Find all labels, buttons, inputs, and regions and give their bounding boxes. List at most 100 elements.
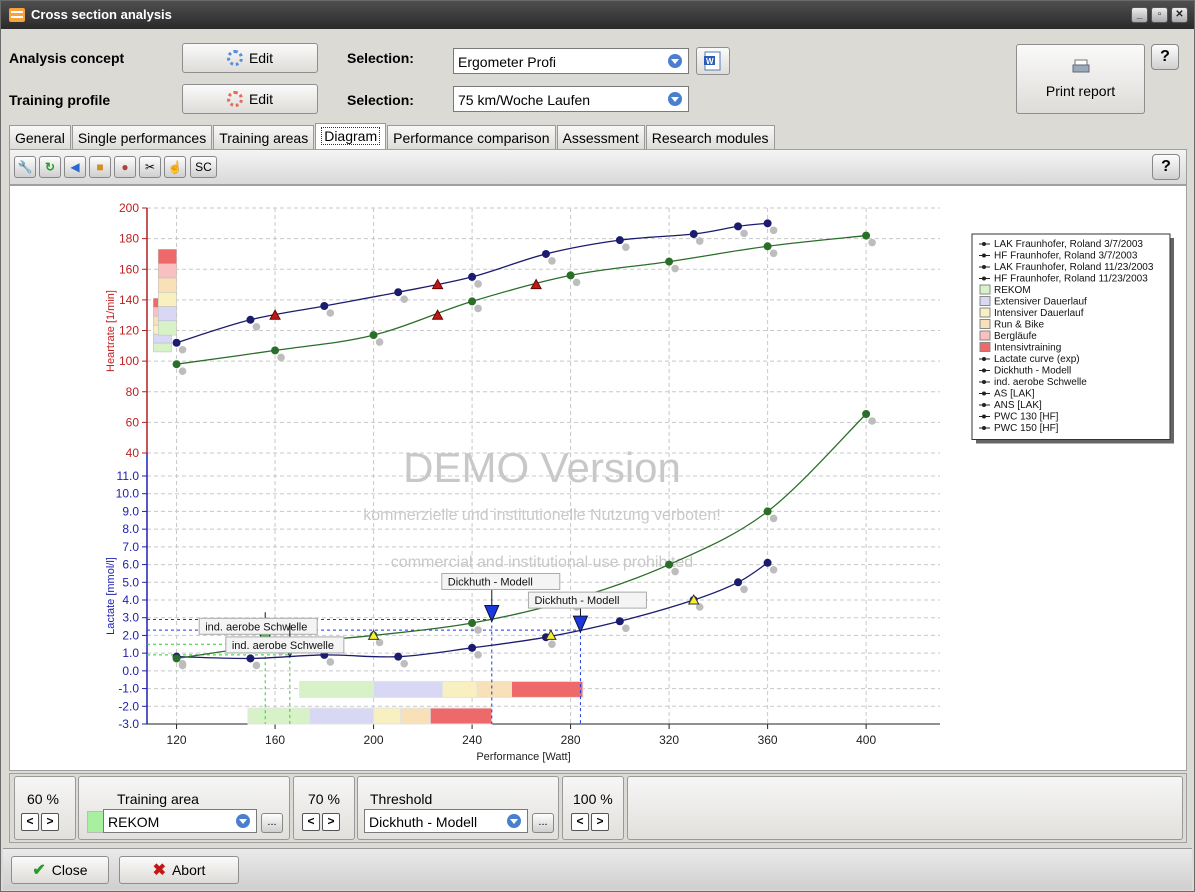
threshold-combo[interactable]: Dickhuth - Modell	[364, 809, 528, 833]
lower-percent-value: 60 %	[27, 791, 59, 807]
data-point	[763, 242, 772, 251]
data-point	[468, 619, 477, 628]
legend-entry: PWC 150 [HF]	[994, 423, 1059, 434]
sc-button[interactable]: SC	[190, 156, 217, 178]
threshold-callout-label: ind. aerobe Schwelle	[232, 640, 334, 652]
point-shadow	[622, 243, 630, 251]
lower-percent-prev-button[interactable]: <	[21, 813, 39, 831]
minimize-icon[interactable]: _	[1131, 7, 1148, 23]
x-tick-label: 120	[167, 733, 187, 747]
legend-entry: HF Fraunhofer, Roland 3/7/2003	[994, 251, 1138, 262]
tab-research-modules[interactable]: Research modules	[645, 125, 775, 149]
data-point	[468, 297, 477, 306]
point-shadow	[572, 278, 581, 287]
series-line	[176, 222, 768, 344]
legend-marker	[982, 391, 986, 396]
threshold-more-button[interactable]: ...	[532, 813, 554, 833]
data-point	[369, 331, 378, 340]
close-button[interactable]: ✔ Close	[11, 856, 109, 884]
empty-panel-group	[627, 776, 1183, 840]
legend-marker	[982, 426, 986, 430]
x-tick-label: 280	[561, 733, 581, 747]
training-zone-bar	[400, 707, 431, 725]
legend-entry: PWC 130 [HF]	[994, 412, 1059, 423]
training-area-value: REKOM	[108, 814, 160, 830]
data-point	[468, 272, 477, 281]
middle-percent-prev-button[interactable]: <	[302, 813, 320, 831]
lower-percent-group: 60 % < >	[14, 776, 76, 840]
analysis-selection-combo[interactable]: Ergometer Profi	[453, 48, 689, 74]
threshold-label: Threshold	[370, 791, 433, 807]
print-report-label: Print report	[1045, 83, 1116, 99]
edit-label: Edit	[248, 50, 274, 66]
training-selection-combo[interactable]: 75 km/Woche Laufen	[453, 86, 689, 112]
data-point	[763, 558, 772, 567]
refresh-icon[interactable]: ↻	[39, 156, 61, 178]
tab-diagram[interactable]: Diagram	[315, 123, 387, 149]
edit-training-button[interactable]: Edit	[182, 84, 318, 114]
training-zone-bar	[442, 680, 478, 698]
palette-icon[interactable]: ●	[114, 156, 136, 178]
close-icon[interactable]: ✕	[1171, 7, 1188, 23]
word-export-button[interactable]: W	[696, 47, 730, 75]
lactate-tick-label: 5.0	[122, 575, 139, 589]
point-shadow	[277, 353, 285, 362]
chevron-down-icon[interactable]	[668, 92, 682, 106]
legend-swatch	[979, 284, 991, 295]
training-area-combo[interactable]: REKOM	[103, 809, 257, 833]
diagram-area: 120 160 200 240 280 320 360 400 40 60 80 100 120 140 1…	[9, 185, 1187, 771]
triangle-icon[interactable]: ◀	[64, 156, 86, 178]
cross-section-chart[interactable]: 120 160 200 240 280 320 360 400 40 60 80 100 120 140 1…	[10, 186, 1186, 770]
svg-text:W: W	[706, 57, 714, 66]
dialog-button-bar: ✔ Close ✖ Abort	[3, 848, 1192, 890]
middle-percent-next-button[interactable]: >	[322, 813, 340, 831]
abort-button[interactable]: ✖ Abort	[119, 856, 239, 884]
bottom-control-panel: 60 % < > Training area REKOM ... 70 % < …	[9, 773, 1187, 843]
data-point	[665, 560, 674, 569]
lactate-tick-label: 4.0	[122, 593, 139, 607]
diagram-help-button[interactable]: ?	[1152, 154, 1180, 180]
app-menu-icon[interactable]	[9, 8, 25, 22]
lower-percent-next-button[interactable]: >	[41, 813, 59, 831]
pointer-icon[interactable]: ☝	[164, 156, 186, 178]
legend-marker	[982, 414, 986, 419]
point-shadow	[868, 417, 876, 425]
legend-swatch	[979, 330, 991, 341]
tab-general[interactable]: General	[9, 125, 71, 149]
print-report-button[interactable]: Print report	[1016, 44, 1145, 114]
tab-single-performances[interactable]: Single performances	[71, 125, 213, 149]
upper-percent-next-button[interactable]: >	[591, 813, 609, 831]
chevron-down-icon[interactable]	[668, 54, 682, 68]
tab-assessment[interactable]: Assessment	[556, 125, 645, 149]
upper-percent-prev-button[interactable]: <	[571, 813, 589, 831]
tab-performance-comparison[interactable]: Performance comparison	[387, 125, 556, 149]
lactate-tick-label: 8.0	[122, 522, 139, 536]
hr-tick-label: 80	[126, 385, 140, 399]
point-shadow	[671, 264, 679, 273]
x-tick-label: 200	[364, 733, 384, 747]
point-shadow	[769, 514, 778, 523]
legend-marker	[982, 403, 986, 407]
lock-icon[interactable]: ■	[89, 156, 111, 178]
scissors-icon[interactable]: ✂	[139, 156, 161, 178]
point-shadow	[326, 658, 335, 666]
watermark-line-1: kommerzielle und institutionelle Nutzung…	[363, 507, 721, 524]
help-button[interactable]: ?	[1151, 44, 1179, 70]
training-area-more-button[interactable]: ...	[261, 813, 283, 833]
wrench-icon[interactable]: 🔧	[14, 156, 36, 178]
legend-marker	[982, 265, 986, 269]
restore-icon[interactable]: ▫	[1151, 7, 1168, 23]
legend-entry: Run & Bike	[994, 320, 1044, 331]
lactate-tick-label: -1.0	[118, 682, 139, 696]
training-zone-block	[153, 333, 172, 344]
tab-training-areas[interactable]: Training areas	[213, 125, 315, 149]
legend-entry: HF Fraunhofer, Roland 11/23/2003	[994, 274, 1148, 285]
hr-tick-label: 180	[119, 232, 139, 246]
lactate-tick-label: 2.0	[122, 628, 139, 642]
point-shadow	[474, 280, 482, 288]
middle-percent-value: 70 %	[308, 791, 340, 807]
analysis-selection-label: Selection:	[347, 50, 414, 66]
chevron-down-icon[interactable]	[236, 814, 250, 828]
chevron-down-icon[interactable]	[507, 814, 521, 828]
edit-analysis-button[interactable]: Edit	[182, 43, 318, 73]
